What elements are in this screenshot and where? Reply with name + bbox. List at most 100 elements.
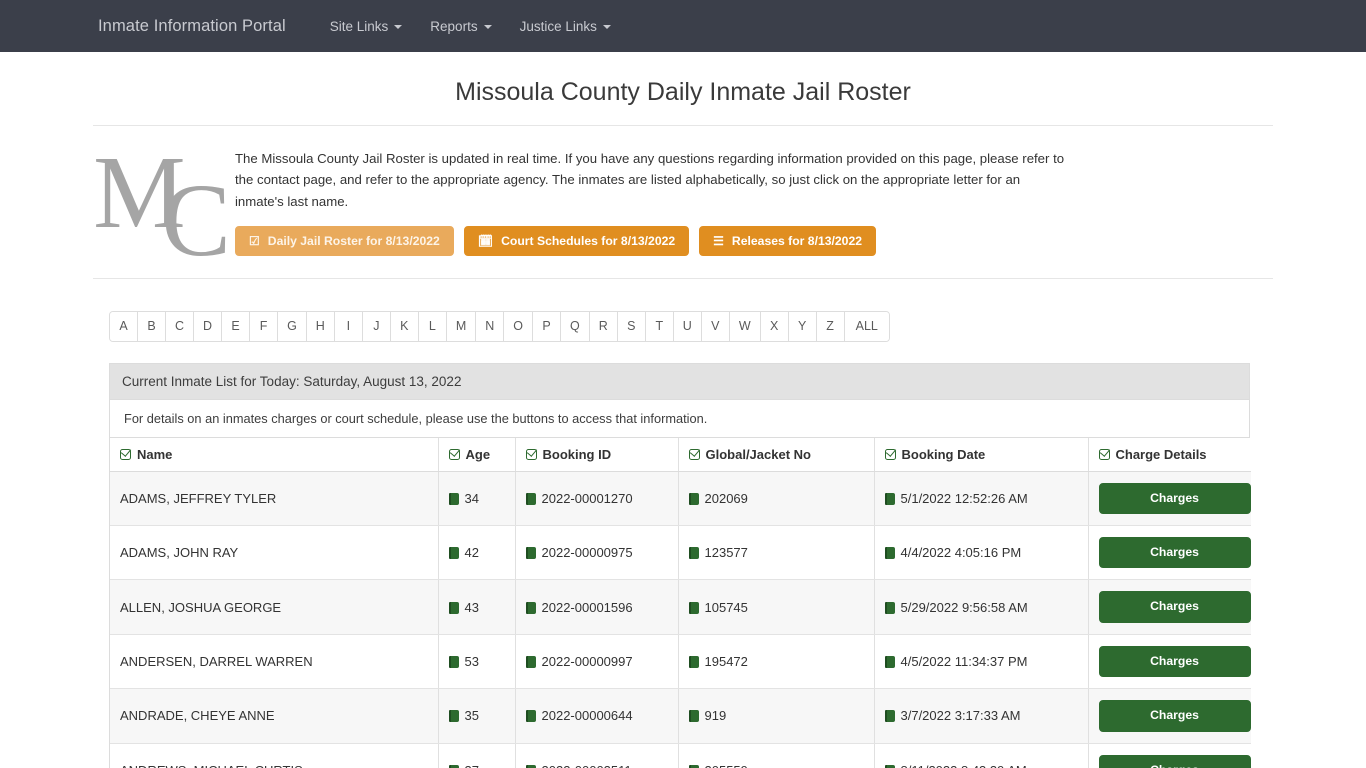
- alphabet-button-k[interactable]: K: [390, 312, 419, 341]
- cell-booking-date-value: 5/1/2022 12:52:26 AM: [900, 490, 1028, 506]
- cell-charge-details: Charges: [1088, 525, 1251, 581]
- column-header-age-label: Age: [465, 446, 491, 462]
- cell-name-value: ANDREWS, MICHAEL CURTIS: [120, 763, 303, 768]
- alphabet-filter: A B C D E F G H I J K L M N O P Q R S T U V W X Y Z ALL: [93, 279, 1273, 342]
- table-header: Name Age Booking ID Global/Jacket No Boo…: [110, 437, 1251, 472]
- book-icon: [448, 710, 459, 723]
- nav-item-site-links-label: Site Links: [329, 18, 389, 34]
- alphabet-button-s[interactable]: S: [617, 312, 646, 341]
- intro-paragraph: The Missoula County Jail Roster is updat…: [235, 151, 1065, 209]
- column-header-booking-date[interactable]: Booking Date: [874, 437, 1089, 472]
- book-icon: [688, 601, 699, 614]
- cell-booking-date: 4/4/2022 4:05:16 PM: [874, 525, 1089, 581]
- cell-age-value: 43: [464, 599, 479, 615]
- alphabet-button-i[interactable]: I: [334, 312, 363, 341]
- cell-booking-id: 2022-00001270: [515, 471, 679, 527]
- cell-global-jacket-no: 195472: [678, 634, 875, 690]
- alphabet-button-x[interactable]: X: [760, 312, 789, 341]
- book-icon: [884, 656, 895, 669]
- chevron-down-icon: [602, 25, 611, 29]
- cell-booking-id-value: 2022-00001596: [541, 599, 633, 615]
- book-icon: [525, 710, 536, 723]
- charges-button[interactable]: Charges: [1098, 591, 1251, 623]
- cell-booking-id-value: 2022-00000644: [541, 708, 633, 724]
- check-square-icon: [448, 448, 460, 460]
- table-header-row: Name Age Booking ID Global/Jacket No Boo…: [110, 437, 1251, 472]
- alphabet-button-q[interactable]: Q: [561, 312, 590, 341]
- cell-name-value: ADAMS, JEFFREY TYLER: [120, 490, 277, 506]
- cell-name-value: ALLEN, JOSHUA GEORGE: [120, 599, 282, 615]
- alphabet-button-l[interactable]: L: [418, 312, 447, 341]
- column-header-age[interactable]: Age: [438, 437, 516, 472]
- cell-age-value: 37: [465, 763, 479, 768]
- book-icon: [884, 547, 895, 560]
- cell-global-jacket-no-value: 105745: [704, 599, 748, 615]
- charges-button[interactable]: Charges: [1098, 645, 1251, 678]
- cell-booking-id-value: 2022-00002511: [542, 763, 632, 768]
- alphabet-button-y[interactable]: Y: [788, 312, 817, 341]
- table-row: ANDRADE, CHEYE ANNE 35 2022-00000644 919 3/7…: [110, 688, 1251, 744]
- cell-booking-id: 2022-00000644: [515, 688, 679, 744]
- court-schedules-button[interactable]: 🗓 Court Schedules for 8/13/2022: [463, 226, 690, 257]
- navbar-brand[interactable]: Inmate Information Portal: [98, 17, 286, 36]
- alphabet-button-w[interactable]: W: [729, 312, 761, 341]
- alphabet-button-z[interactable]: Z: [816, 312, 845, 341]
- charges-button[interactable]: Charges: [1098, 754, 1251, 768]
- cell-charge-details: Charges: [1088, 579, 1251, 635]
- alphabet-button-r[interactable]: R: [589, 312, 618, 341]
- alphabet-button-a[interactable]: A: [110, 312, 138, 341]
- check-square-icon: [1098, 448, 1110, 460]
- alphabet-button-d[interactable]: D: [194, 312, 223, 341]
- cell-age: 34: [438, 471, 516, 527]
- cell-global-jacket-no-value: 202069: [704, 490, 748, 506]
- cell-name: ADAMS, JOHN RAY: [110, 525, 439, 581]
- column-header-global-jacket-no[interactable]: Global/Jacket No: [678, 437, 875, 472]
- alphabet-button-h[interactable]: H: [306, 312, 335, 341]
- table-body: ADAMS, JEFFREY TYLER 34 2022-00001270 20206…: [110, 471, 1251, 768]
- cell-global-jacket-no-value: 195472: [704, 654, 748, 670]
- check-square-icon: [525, 448, 537, 460]
- charges-button[interactable]: Charges: [1098, 482, 1251, 514]
- charges-button[interactable]: Charges: [1098, 700, 1251, 732]
- alphabet-button-u[interactable]: U: [673, 312, 702, 341]
- column-header-name[interactable]: Name: [110, 437, 439, 472]
- cell-booking-id-value: 2022-00001270: [541, 490, 633, 506]
- column-header-charge-details[interactable]: Charge Details: [1088, 437, 1251, 472]
- cell-booking-id-value: 2022-00000997: [541, 654, 633, 670]
- roster-panel-heading: Current Inmate List for Today: Saturday,…: [110, 363, 1249, 400]
- list-document-icon: ☰: [713, 234, 724, 249]
- column-header-booking-id[interactable]: Booking ID: [515, 437, 679, 472]
- cell-age: 53: [438, 634, 516, 690]
- daily-jail-roster-button[interactable]: ☑ Daily Jail Roster for 8/13/2022: [235, 226, 454, 257]
- book-icon: [688, 492, 699, 505]
- alphabet-button-m[interactable]: M: [446, 312, 477, 341]
- nav-item-reports[interactable]: Reports: [416, 13, 505, 40]
- cell-booking-date: 5/29/2022 9:56:58 AM: [874, 579, 1089, 635]
- cell-name-value: ADAMS, JOHN RAY: [120, 545, 239, 561]
- book-icon: [525, 492, 536, 505]
- releases-button[interactable]: ☰ Releases for 8/13/2022: [699, 226, 877, 257]
- book-icon: [884, 601, 895, 614]
- book-icon: [448, 547, 459, 560]
- alphabet-button-c[interactable]: C: [166, 312, 195, 341]
- cell-name: ADAMS, JEFFREY TYLER: [110, 471, 439, 527]
- alphabet-button-b[interactable]: B: [138, 312, 166, 341]
- cell-age: 37: [438, 743, 516, 768]
- table-row: ANDREWS, MICHAEL CURTIS 37 2022-00002511 20…: [110, 743, 1251, 768]
- nav-item-site-links[interactable]: Site Links: [316, 13, 417, 40]
- cell-booking-date: 8/11/2022 8:43:39 AM: [874, 743, 1089, 768]
- alphabet-button-f[interactable]: F: [250, 312, 279, 341]
- alphabet-button-p[interactable]: P: [533, 312, 562, 341]
- alphabet-button-v[interactable]: V: [701, 312, 730, 341]
- cell-booking-date: 4/5/2022 11:34:37 PM: [874, 634, 1089, 690]
- charges-button[interactable]: Charges: [1098, 537, 1251, 569]
- alphabet-button-j[interactable]: J: [362, 312, 391, 341]
- alphabet-button-t[interactable]: T: [645, 312, 674, 341]
- cell-booking-id: 2022-00000975: [515, 525, 679, 581]
- alphabet-button-o[interactable]: O: [504, 312, 534, 341]
- nav-item-justice-links[interactable]: Justice Links: [506, 13, 625, 40]
- alphabet-button-n[interactable]: N: [476, 312, 505, 341]
- alphabet-button-all[interactable]: ALL: [844, 312, 889, 341]
- alphabet-button-g[interactable]: G: [278, 312, 307, 341]
- alphabet-button-e[interactable]: E: [222, 312, 251, 341]
